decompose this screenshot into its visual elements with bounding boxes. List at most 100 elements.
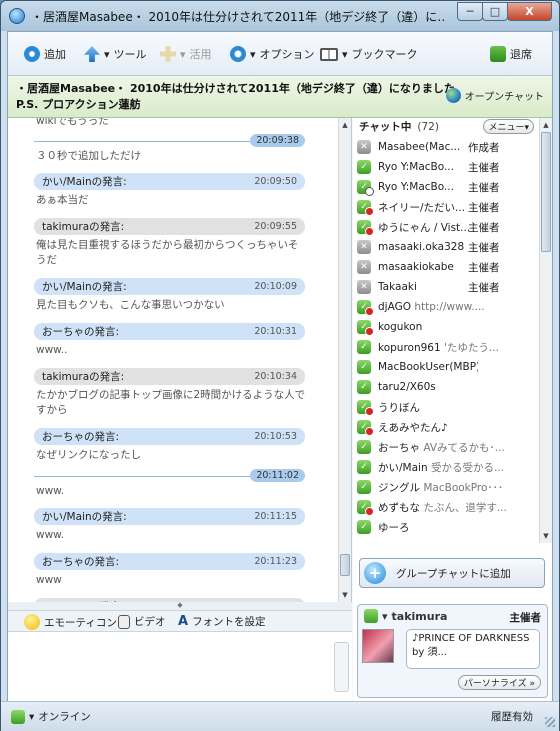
pane-splitter[interactable]: ◆ [8,602,352,610]
member-item[interactable]: ✓ めずもな たぶん、退学す... [357,497,537,517]
member-item[interactable]: ✓ えあみやたん♪ [357,417,537,437]
online-status-icon: ✓ [357,380,371,394]
tools-menu[interactable]: ▾ ツール [84,44,147,64]
member-item[interactable]: ✕ masaakiokabe 主催者 [357,257,537,277]
personal-message: ♪PRINCE OF DARKNESS by 須... [406,629,540,669]
member-item[interactable]: ✓ うりぼん [357,397,537,417]
options-icon [230,46,246,62]
member-name: おーちゃ AVみてるかも･... [378,440,537,455]
leave-button[interactable]: 退席 [490,44,532,64]
message-input[interactable] [8,632,352,702]
maximize-button[interactable]: □ [482,2,508,21]
scroll-thumb[interactable] [340,554,350,576]
profile-name[interactable]: ▾ takimura [364,609,447,623]
member-item[interactable]: ✕ Masabee(Mac... 作成者 [357,137,537,157]
member-name-text: めずもな [378,501,420,514]
member-name-text: かい/Main [378,461,428,474]
member-scroll-thumb[interactable] [541,132,551,252]
member-item[interactable]: ✓ Ryo Y:MacBo... 主催者 [357,177,537,197]
member-list-header: チャット中 (72) メニュー▾ [353,118,538,135]
member-item[interactable]: ✕ masaaki.oka328 主催者 [357,237,537,257]
member-item[interactable]: ✓ ジングル MacBookPro･･･ [357,477,537,497]
avatar[interactable] [362,629,394,663]
member-item[interactable]: ✓ かい/Main 受かる受かる... [357,457,537,477]
member-item[interactable]: ✓ おーちゃ AVみてるかも･... [357,437,537,457]
font-button[interactable]: A フォントを設定 [178,614,266,629]
member-name: うりぼん [378,400,478,415]
member-scroll-down-arrow[interactable]: ▼ [540,529,552,543]
open-chat-link[interactable]: オープンチャット [445,88,544,103]
resize-grip[interactable] [545,717,555,727]
member-name-text: MacBookUser(MBP) [378,361,478,373]
close-button[interactable]: X [507,2,552,21]
message-body: なぜリンクになったし [36,449,141,461]
plus-icon: + [364,562,386,584]
bookmark-menu[interactable]: ▾ ブックマーク [320,44,418,64]
speaker-name[interactable]: おーちゃの発言: [42,324,119,339]
chat-scrollbar[interactable]: ▲ ▼ [338,118,351,602]
member-name-text: Ryo Y:MacBo... [378,161,454,173]
options-menu[interactable]: ▾ オプション [230,44,315,64]
speaker-name[interactable]: おーちゃの発言: [42,554,119,569]
busy-badge-icon [365,407,374,416]
busy-badge-icon [365,427,374,436]
member-scroll-up-arrow[interactable]: ▲ [540,118,552,132]
timestamp: 20:11:02 [250,469,305,482]
member-item[interactable]: ✓ ゆうにゃん / Vist... 主催者 [357,217,537,237]
speaker-name[interactable]: おーちゃの発言: [42,429,119,444]
history-status[interactable]: 履歴有効 [491,709,533,724]
member-name: djAGO http://www.... [378,301,537,313]
font-icon: A [178,614,189,629]
minimize-button[interactable]: ─ [457,2,483,21]
message-time: 20:11:15 [254,511,297,522]
member-name: ジングル MacBookPro･･･ [378,480,537,495]
member-role: 主催者 [468,241,500,254]
speaker-name[interactable]: かい/Mainの発言: [42,279,127,294]
member-role: 主催者 [468,181,500,194]
online-status-icon: ✓ [357,360,371,374]
member-menu-button[interactable]: メニュー▾ [483,119,534,134]
app-icon[interactable] [9,8,25,24]
online-status-icon [11,709,25,724]
speaker-name[interactable]: takimuraの発言: [42,219,124,234]
member-item[interactable]: ✓ Ryo Y:MacBo... 主催者 [357,157,537,177]
upload-icon [84,46,100,62]
personalize-button[interactable]: パーソナライズ » [457,675,541,690]
member-name: kogukon [378,321,478,333]
speaker-name[interactable]: かい/Mainの発言: [42,174,127,189]
online-status-icon: ✓ [357,340,371,354]
chat-log[interactable]: takimuraの発言:20:11:31#Winじゃリンクにならない件おーちゃの… [8,118,352,602]
message-time: 20:09:55 [254,221,297,232]
message-header: かい/Mainの発言: 20:10:09 [34,278,305,295]
scroll-up-arrow[interactable]: ▲ [339,118,351,132]
online-status-icon: ✓ [357,420,374,436]
member-item[interactable]: ✓ MacBookUser(MBP) [357,357,537,377]
member-name-text: masaakiokabe [378,261,454,273]
speaker-name[interactable]: かい/Mainの発言: [42,509,127,524]
emoticon-button[interactable]: エモーティコン [24,614,117,630]
use-menu[interactable]: ▾ 活用 [160,44,212,64]
member-item[interactable]: ✓ taru2/X60s [357,377,537,397]
scroll-down-arrow[interactable]: ▼ [339,588,351,602]
member-item[interactable]: ✓ kopuron961 'たゆたう... [357,337,537,357]
member-item[interactable]: ✓ ネイリー/ただい... 主催者 [357,197,537,217]
message-time: 20:11:23 [254,556,297,567]
offline-status-icon: ✕ [357,240,371,254]
title-bar[interactable]: ・居酒屋Masabee・ 2010年は仕分けされて2011年（地デジ終了（違）に… [1,1,559,31]
member-item[interactable]: ✓ djAGO http://www.... [357,297,537,317]
member-item[interactable]: ✕ Takaaki 主催者 [357,277,537,297]
video-button[interactable]: ビデオ [118,614,166,629]
offline-status-icon: ✕ [357,140,371,154]
send-button[interactable] [334,642,349,692]
online-status-icon: ✓ [357,300,374,316]
add-to-group-chat-button[interactable]: + グループチャットに追加 [359,558,545,588]
member-scrollbar[interactable]: ▲ ▼ [539,118,552,543]
online-status-icon: ✓ [357,180,374,196]
message-body: たかかブログの記事トップ画像に2時間かけるような人ですから [36,389,306,416]
member-item[interactable]: ✓ ゆーろ [357,517,537,537]
member-item[interactable]: ✓ kogukon [357,317,537,337]
member-name: kopuron961 'たゆたう... [378,340,537,355]
presence-selector[interactable]: ▾ オンライン [11,709,91,724]
speaker-name[interactable]: takimuraの発言: [42,369,124,384]
add-button[interactable]: 追加 [24,44,66,64]
